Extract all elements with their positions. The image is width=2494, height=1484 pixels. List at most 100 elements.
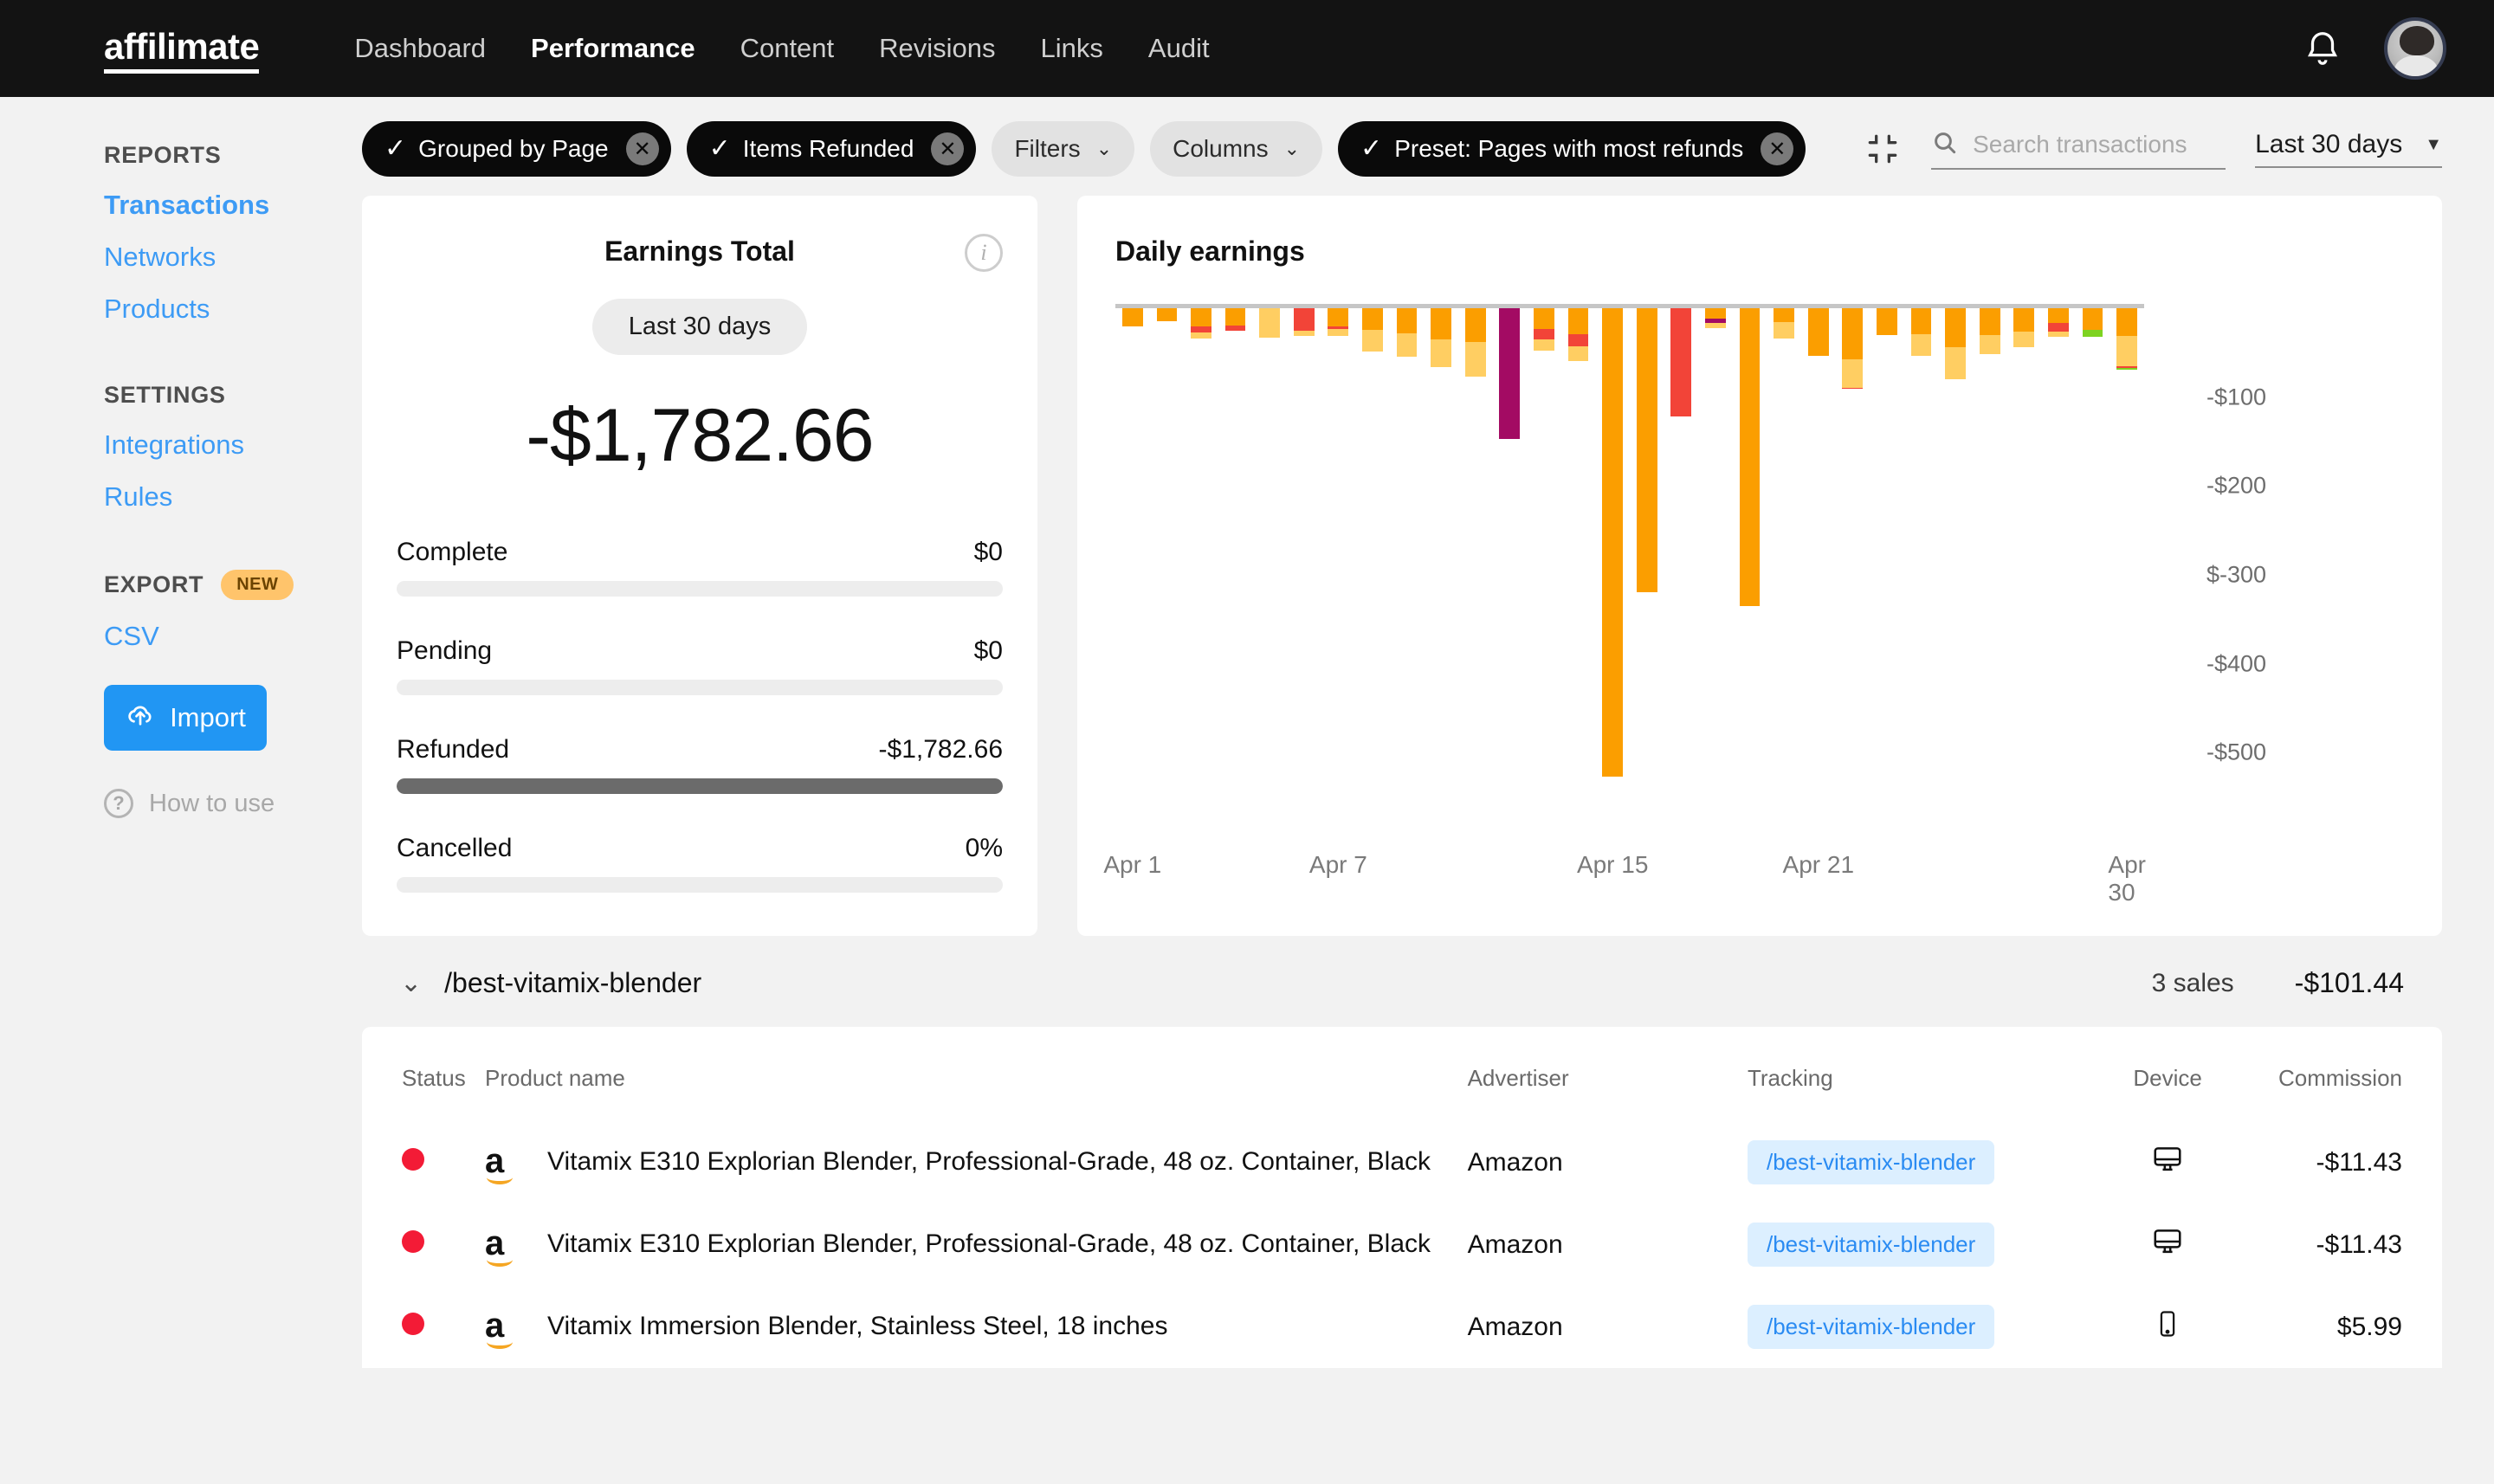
device-cell [2068,1286,2268,1368]
chart-x-tick: Apr 15 [1576,851,1649,878]
chart-bar[interactable] [1698,308,1733,328]
chart-bar-segment [1362,308,1383,330]
chart-bar[interactable] [1184,308,1218,339]
sidebar-item-rules[interactable]: Rules [104,481,355,513]
chart-bar[interactable] [1458,308,1493,377]
chevron-down-icon[interactable]: ⌄ [400,968,422,998]
chart-bar[interactable] [1252,308,1287,338]
nav-link-content[interactable]: Content [740,33,835,64]
avatar[interactable] [2384,17,2446,80]
chart-bar-segment [1567,333,1589,347]
table-column-header[interactable]: Tracking [1748,1027,2068,1121]
chart-bar-segment [2013,308,2035,332]
filter-chip-grouped-by-page[interactable]: ✓ Grouped by Page ✕ [362,121,671,177]
chart-bar[interactable] [1938,308,1973,380]
chart-bar[interactable] [2076,308,2110,337]
chart-bar[interactable] [1218,308,1253,331]
search-input[interactable] [1973,131,2226,158]
chart-bar[interactable] [1801,308,1836,357]
chart-bar[interactable] [1287,308,1321,336]
sidebar-item-products[interactable]: Products [104,294,355,325]
chart-bar-segment [1431,308,1452,339]
how-to-use-link[interactable]: ? How to use [104,789,355,818]
chart-y-tick: $-300 [2206,561,2267,588]
nav-link-revisions[interactable]: Revisions [879,33,995,64]
import-button[interactable]: Import [104,685,267,751]
chart-bar[interactable] [2041,308,2076,337]
tracking-tag[interactable]: /best-vitamix-blender [1747,1140,1995,1184]
filter-chip-filters[interactable]: Filters ⌄ [992,121,1135,177]
chart-bar[interactable] [2006,308,2041,348]
app-logo-text: affilimate [104,26,260,74]
device-cell [2068,1203,2268,1286]
tracking-tag[interactable]: /best-vitamix-blender [1747,1305,1995,1349]
table-column-header[interactable]: Device [2068,1027,2268,1121]
sidebar-item-csv[interactable]: CSV [104,621,355,652]
chart-bar-segment [1156,308,1178,322]
nav-link-performance[interactable]: Performance [531,33,695,64]
chevron-down-icon: ⌄ [1095,138,1113,159]
sidebar-item-transactions[interactable]: Transactions [104,190,355,221]
table-row[interactable]: a Vitamix E310 Explorian Blender, Profess… [402,1203,2402,1286]
question-icon: ? [104,789,133,818]
sidebar-heading-settings: SETTINGS [104,382,226,408]
table-column-header[interactable]: Advertiser [1468,1027,1748,1121]
check-icon: ✓ [1360,134,1383,163]
chart-bar[interactable] [1904,308,1939,357]
chart-bar[interactable] [1595,308,1630,777]
chart-bar[interactable] [1150,308,1185,322]
chart-bar[interactable] [1527,308,1561,352]
chart-bar[interactable] [1115,308,1150,326]
filter-chip-preset-pages-with-most-refunds[interactable]: ✓ Preset: Pages with most refunds ✕ [1338,121,1806,177]
chart-bar[interactable] [1664,308,1699,417]
table-column-header[interactable]: Status [402,1027,485,1121]
chart-bar-segment [2047,331,2069,337]
chart-bar[interactable] [1424,308,1458,367]
chart-bar[interactable] [1390,308,1425,358]
search-box[interactable] [1931,129,2226,170]
filter-chip-label: Items Refunded [742,135,914,162]
info-icon[interactable]: i [965,234,1003,272]
sidebar-item-networks[interactable]: Networks [104,242,355,273]
tracking-tag[interactable]: /best-vitamix-blender [1747,1223,1995,1267]
close-icon[interactable]: ✕ [625,132,659,165]
bell-icon[interactable] [2303,29,2342,68]
chart-bar[interactable] [1973,308,2007,355]
import-button-label: Import [170,702,246,732]
close-icon[interactable]: ✕ [1761,132,1794,165]
nav-link-links[interactable]: Links [1041,33,1103,64]
close-icon[interactable]: ✕ [931,132,965,165]
stat-value: $0 [973,636,1003,665]
sidebar-reports-list: Transactions Networks Products [104,190,355,325]
nav-link-dashboard[interactable]: Dashboard [354,33,486,64]
chart-bar-segment [1945,347,1966,380]
collapse-icon[interactable] [1864,130,1902,168]
filter-chip-items-refunded[interactable]: ✓ Items Refunded ✕ [686,121,977,177]
filter-chip-columns[interactable]: Columns ⌄ [1150,121,1323,177]
desktop-icon [2151,1143,2184,1183]
app-logo[interactable]: affilimate [104,26,260,74]
chart-bar-segment [1602,308,1623,777]
desktop-icon [2151,1225,2184,1265]
nav-link-audit[interactable]: Audit [1148,33,1210,64]
table-row[interactable]: a Vitamix Immersion Blender, Stainless St… [402,1286,2402,1368]
date-range-selector[interactable]: Last 30 days ▼ [2255,130,2442,168]
sidebar-item-integrations[interactable]: Integrations [104,429,355,461]
chart-bar[interactable] [1733,308,1767,606]
table-column-header[interactable]: Commission [2268,1027,2402,1121]
tracking-cell: /best-vitamix-blender [1747,1121,2068,1203]
group-header[interactable]: ⌄ /best-vitamix-blender 3 sales -$101.44 [362,936,2442,1027]
table-column-header[interactable]: Product name [485,1027,1468,1121]
table-row[interactable]: a Vitamix E310 Explorian Blender, Profess… [402,1121,2402,1203]
chart-bar[interactable] [1835,308,1870,390]
chart-bar[interactable] [1355,308,1390,352]
chart-bar[interactable] [1630,308,1664,592]
chart-bar-segment [2047,323,2069,332]
toolbar-right-controls: Last 30 days ▼ [1864,129,2442,170]
chart-bar[interactable] [1561,308,1596,361]
chart-bar[interactable] [1493,308,1528,439]
chart-bar[interactable] [1767,308,1801,339]
chart-bar[interactable] [1321,308,1356,336]
chart-bar[interactable] [2110,308,2144,370]
chart-bar[interactable] [1870,308,1904,335]
